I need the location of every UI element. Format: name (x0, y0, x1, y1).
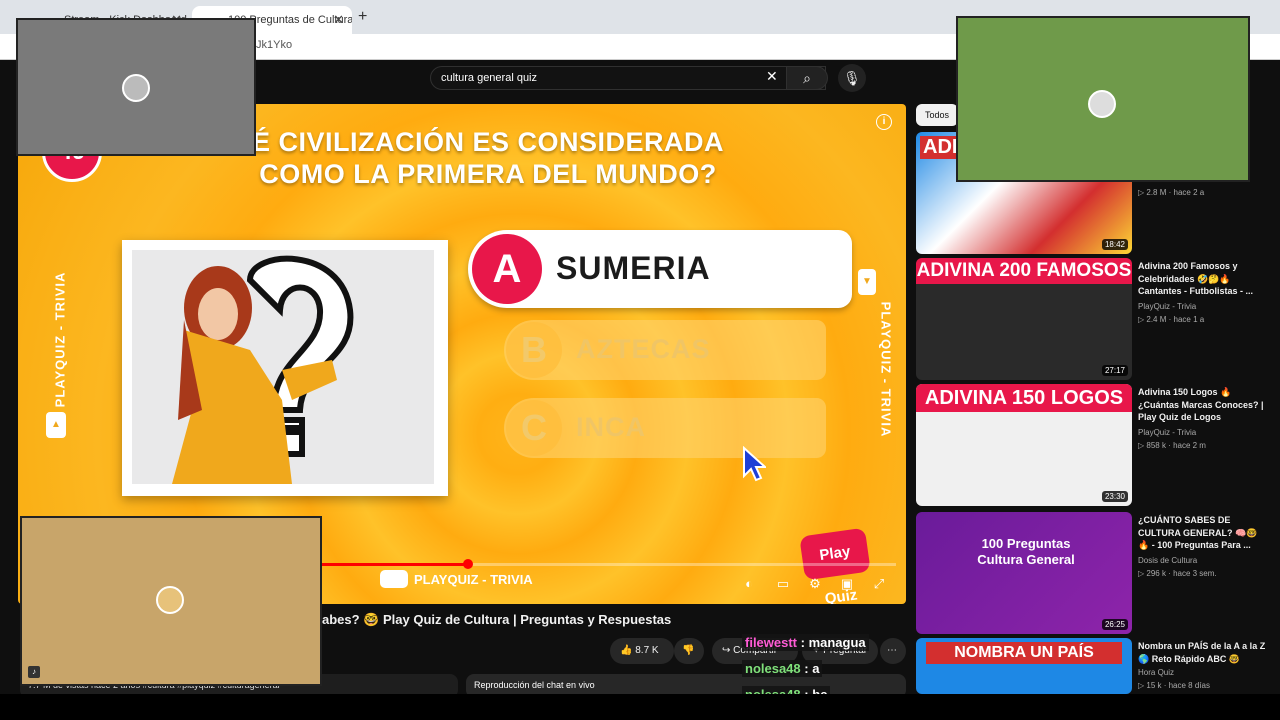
woman-question-mark-illustration (172, 255, 354, 484)
webcam-overlay-1 (16, 18, 256, 156)
thumbnail-text: ADIVINA 200 FAMOSOS (916, 258, 1132, 284)
chat-username: nolesa48 (745, 661, 801, 676)
video-meta: ▷ 2.4 M · hace 1 a (1138, 315, 1205, 324)
close-icon[interactable]: ✕ (333, 12, 344, 28)
video-title: abes? 🤓 Play Quiz de Cultura | Preguntas… (322, 612, 672, 627)
upload-age: hace 3 sem. (1173, 569, 1217, 578)
search-button[interactable]: ⌕ (786, 66, 828, 90)
thumbnail-text: ADI (920, 136, 961, 159)
answer-option-a: A SUMERIA (468, 230, 852, 308)
info-icon[interactable]: i (876, 114, 892, 130)
question-photo (122, 240, 448, 496)
video-meta: ▷ 296 k · hace 3 sem. (1138, 569, 1217, 578)
url-text: Jk1Yko (256, 39, 293, 51)
upload-age: hace 2 a (1173, 188, 1205, 197)
mute-icon: ♪ (28, 666, 40, 678)
video-title[interactable]: Adivina 200 Famosos y Celebridades 🤣🤔🔥 C… (1138, 260, 1268, 298)
option-letter: B (506, 322, 562, 378)
view-count: 858 k (1146, 441, 1166, 450)
thumbnail-text: ADIVINA 150 LOGOS (916, 384, 1132, 412)
view-count: 2.8 M (1146, 188, 1167, 197)
view-count: 296 k (1146, 569, 1166, 578)
progress-bar[interactable] (318, 559, 896, 569)
filter-chip-todos[interactable]: Todos (916, 104, 958, 126)
fullscreen-icon[interactable]: ⤢ (868, 576, 890, 592)
clear-search-icon[interactable]: ✕ (766, 68, 778, 85)
answer-option-c: C INCA (504, 398, 826, 458)
option-text: INCA (576, 412, 646, 442)
video-duration: 27:17 (1101, 365, 1128, 376)
option-letter: C (506, 400, 562, 456)
view-count: 15 k (1146, 681, 1162, 690)
progress-fill (318, 563, 469, 566)
upload-age: hace 1 a (1173, 315, 1205, 324)
question-line-2: COMO LA PRIMERA DEL MUNDO? (259, 159, 717, 189)
option-text: SUMERIA (556, 250, 711, 286)
thumbs-up-icon: 👍 (620, 645, 636, 656)
option-text: AZTECAS (576, 334, 711, 364)
like-button[interactable]: 👍 8.7 K (610, 638, 674, 664)
chat-text: a (812, 661, 820, 676)
channel-name[interactable]: PlayQuiz - Trivia (1138, 428, 1196, 437)
like-count: 8.7 K (635, 645, 659, 656)
thumbnail-text: 100 Preguntas Cultura General (977, 536, 1075, 567)
question-text: É CIVILIZACIÓN ES CONSIDERADA COMO LA PR… (228, 126, 748, 190)
video-title[interactable]: Nombra un PAÍS de la A a la Z 🌎 Reto Ráp… (1138, 640, 1268, 665)
chat-message: nolesa48 : a (742, 660, 823, 677)
miniplayer-icon[interactable]: ▣ (836, 576, 858, 592)
video-meta: ▷ 15 k · hace 8 días (1138, 681, 1210, 690)
share-icon: ↪ (722, 645, 734, 656)
thumbnail-text: NOMBRA UN PAÍS (926, 642, 1122, 664)
progress-scrubber[interactable] (463, 559, 474, 569)
avatar (1088, 90, 1116, 118)
option-letter: A (472, 234, 542, 304)
avatar (122, 74, 150, 102)
sidebar-thumbnail[interactable]: NOMBRA UN PAÍS (916, 638, 1132, 694)
play-quiz-logo: Play Quiz (799, 527, 871, 604)
video-meta: ▷ 2.8 M · hace 2 a (1138, 188, 1205, 197)
video-title[interactable]: ¿CUÁNTO SABES DE CULTURA GENERAL? 🧠🤓 🔥 -… (1138, 514, 1268, 552)
channel-name[interactable]: Dosis de Cultura (1138, 556, 1197, 565)
chat-text: managua (808, 635, 866, 650)
webcam-overlay-3: ♪ (20, 516, 322, 686)
voice-search-button[interactable]: 🎙 (838, 64, 866, 92)
thumbs-down-icon: 👎 (682, 645, 695, 656)
subtitles-icon[interactable]: ▭ (772, 576, 794, 592)
sidebar-thumbnail[interactable]: ADIVINA 150 LOGOS 23:30 (916, 384, 1132, 506)
autoplay-toggle-icon[interactable]: ◐ (738, 576, 760, 592)
channel-name[interactable]: PlayQuiz - Trivia (1138, 302, 1196, 311)
side-label-left: PLAYQUIZ - TRIVIA (52, 271, 68, 408)
chevron-down-icon: ▼ (858, 269, 876, 295)
search-icon: ⌕ (803, 70, 811, 86)
video-title[interactable]: Adivina 150 Logos 🔥 ¿Cuántas Marcas Cono… (1138, 386, 1268, 424)
video-duration: 18:42 (1101, 239, 1128, 250)
chat-message: filewestt : managua (742, 634, 869, 651)
upload-age: hace 2 m (1173, 441, 1206, 450)
microphone-icon: 🎙 (843, 70, 861, 86)
mouse-cursor-icon (743, 446, 766, 482)
video-duration: 26:25 (1101, 619, 1128, 630)
sidebar-thumbnail[interactable]: ADIVINA 200 FAMOSOS 27:17 (916, 258, 1132, 380)
upload-age: hace 8 días (1168, 681, 1210, 690)
sidebar-thumbnail[interactable]: 100 Preguntas Cultura General 26:25 (916, 512, 1132, 634)
chevron-up-icon: ▲ (46, 412, 66, 438)
side-label-right: PLAYQUIZ - TRIVIA (878, 301, 894, 438)
webcam-overlay-2 (956, 16, 1250, 182)
video-meta: ▷ 858 k · hace 2 m (1138, 441, 1206, 450)
avatar (156, 586, 184, 614)
watermark-text: PLAYQUIZ - TRIVIA (414, 572, 533, 587)
youtube-logo-icon (380, 570, 408, 588)
dislike-button[interactable]: 👎 (674, 638, 704, 664)
view-count: 2.4 M (1146, 315, 1167, 324)
more-options-button[interactable]: ⋯ (880, 638, 906, 664)
more-horizontal-icon: ⋯ (887, 645, 897, 656)
video-duration: 23:30 (1101, 491, 1128, 502)
new-tab-button[interactable]: + (358, 8, 367, 26)
settings-gear-icon[interactable]: ⚙ (804, 576, 826, 592)
chat-username: filewestt (745, 635, 798, 650)
question-line-1: É CIVILIZACIÓN ES CONSIDERADA (251, 127, 725, 157)
answer-option-b: B AZTECAS (504, 320, 826, 380)
bottom-bar (0, 694, 1280, 720)
channel-name[interactable]: Hora Quiz (1138, 668, 1174, 677)
